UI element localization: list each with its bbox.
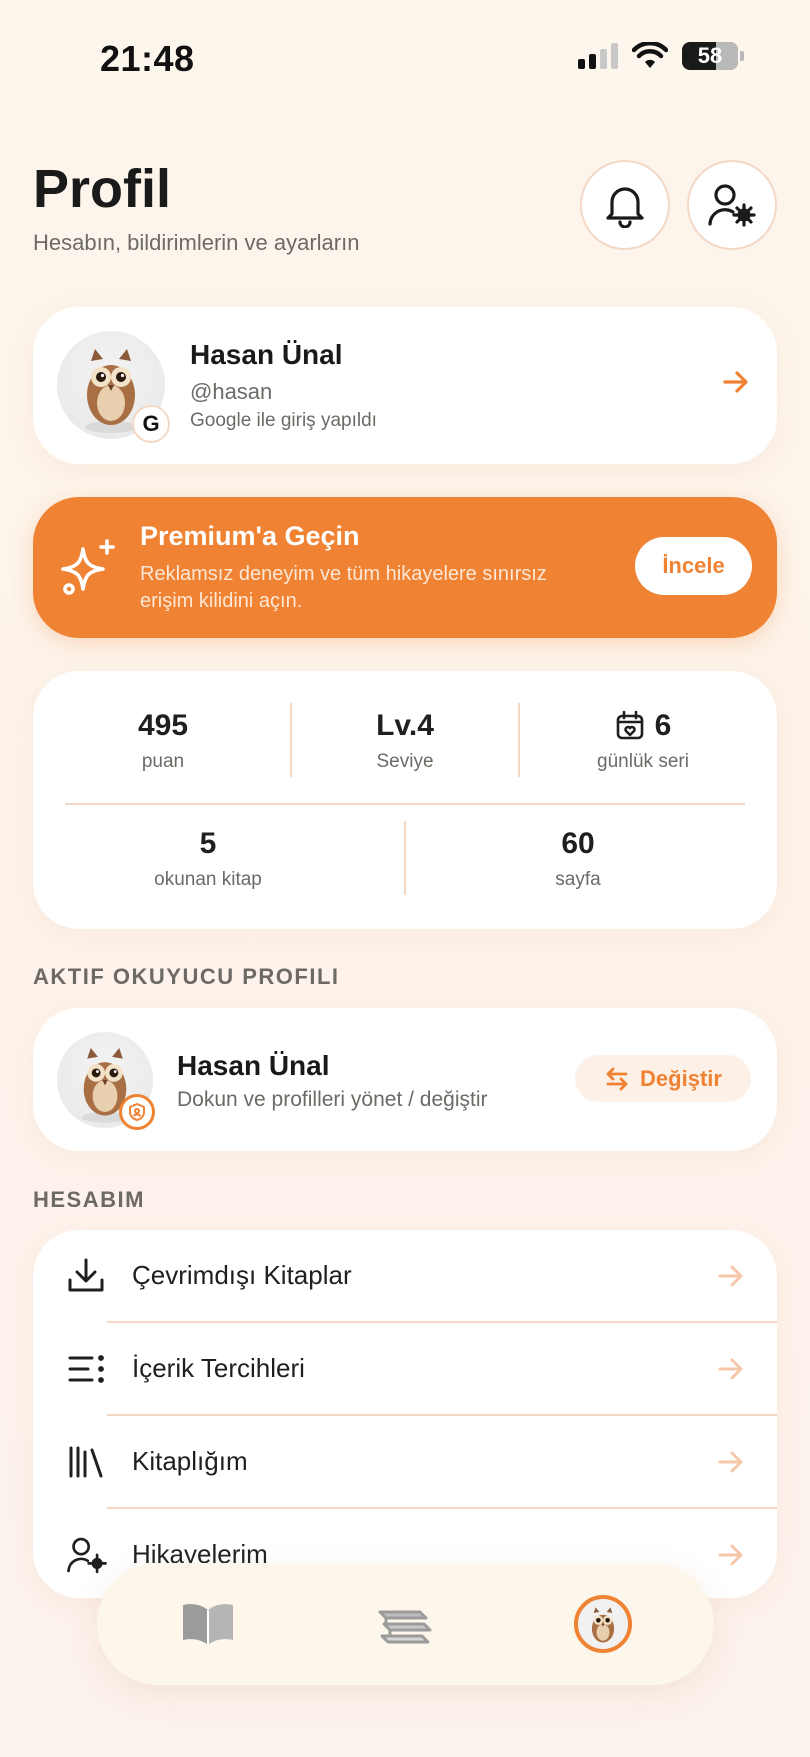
stat-streak: 6 günlük seri xyxy=(538,709,748,773)
user-gear-icon xyxy=(708,184,756,227)
menu-label: İçerik Tercihleri xyxy=(132,1353,305,1383)
swap-arrows-icon xyxy=(606,1067,628,1090)
account-settings-button[interactable] xyxy=(687,160,777,250)
stats-card: 495 puan Lv.4 Seviye 6 günlük seri 5 oku… xyxy=(33,671,777,929)
tab-read[interactable] xyxy=(171,1587,245,1661)
stat-divider xyxy=(290,703,292,777)
arrow-right-icon xyxy=(718,1451,743,1473)
stat-points-value: 495 xyxy=(137,709,189,742)
shield-icon xyxy=(129,1103,145,1121)
switch-profile-label: Değiştir xyxy=(640,1065,722,1091)
profile-card[interactable]: G Hasan Ünal @hasan Google ile giriş yap… xyxy=(33,307,777,464)
stat-books-value: 5 xyxy=(199,827,217,860)
stat-points: 495 puan xyxy=(65,709,261,773)
user-gear-icon xyxy=(67,1537,107,1574)
arrow-right-icon xyxy=(718,1358,743,1380)
bottom-tab-bar xyxy=(97,1563,714,1685)
arrow-right-icon xyxy=(723,371,748,393)
section-active-reader: AKTIF OKUYUCU PROFILI xyxy=(33,964,340,989)
arrow-right-icon xyxy=(718,1265,743,1287)
stat-streak-label: günlük seri xyxy=(597,751,689,772)
page-title: Profil xyxy=(33,159,172,219)
section-account: HESABIM xyxy=(33,1187,145,1212)
stat-divider xyxy=(518,703,520,777)
cellular-signal-icon xyxy=(578,43,618,69)
calendar-heart-icon xyxy=(616,710,643,740)
stat-level: Lv.4 Seviye xyxy=(319,709,491,773)
account-menu: Çevrimdışı Kitaplar İçerik Tercihleri Ki… xyxy=(33,1230,777,1598)
status-bar: 21:48 58 xyxy=(0,0,810,120)
premium-title: Premium'a Geçin xyxy=(140,521,360,551)
stat-level-value: Lv.4 xyxy=(376,709,434,742)
reader-description: Dokun ve profilleri yönet / değiştir xyxy=(177,1088,488,1111)
stat-points-label: puan xyxy=(141,751,185,772)
google-badge: G xyxy=(132,405,170,443)
page-subtitle: Hesabın, bildirimlerin ve ayarların xyxy=(33,230,360,255)
open-book-icon xyxy=(183,1604,233,1645)
menu-label: Çevrimdışı Kitaplar xyxy=(132,1260,352,1290)
menu-item-my-library[interactable]: Kitaplığım xyxy=(33,1416,777,1508)
premium-banner[interactable]: Premium'a Geçin Reklamsız deneyim ve tüm… xyxy=(33,497,777,638)
tab-library[interactable] xyxy=(368,1587,442,1661)
sparkle-icon xyxy=(61,539,115,595)
stat-streak-value: 6 xyxy=(538,709,748,743)
stats-row-divider xyxy=(65,803,745,805)
stat-pages-value: 60 xyxy=(561,827,595,860)
status-time: 21:48 xyxy=(100,38,195,79)
profile-name: Hasan Ünal xyxy=(190,339,343,370)
streak-count: 6 xyxy=(654,709,672,742)
reader-name: Hasan Ünal xyxy=(177,1050,330,1081)
premium-review-button[interactable]: İncele xyxy=(635,537,752,595)
battery-level: 58 xyxy=(697,43,723,68)
bell-icon xyxy=(606,187,644,228)
books-stack-icon xyxy=(378,1610,432,1644)
shield-badge xyxy=(119,1094,155,1130)
stat-pages: 60 sayfa xyxy=(463,827,693,891)
stat-divider xyxy=(404,821,406,895)
premium-description: Reklamsız deneyim ve tüm hikayelere sını… xyxy=(140,563,547,612)
battery-icon: 58 xyxy=(682,42,744,70)
profile-handle: @hasan xyxy=(190,379,273,404)
profile-avatar-icon xyxy=(574,1595,632,1653)
tab-profile[interactable] xyxy=(566,1587,640,1661)
stat-books: 5 okunan kitap xyxy=(93,827,323,891)
library-icon xyxy=(69,1446,103,1478)
arrow-right-icon xyxy=(718,1544,743,1566)
stat-pages-label: sayfa xyxy=(555,869,601,890)
menu-item-offline-books[interactable]: Çevrimdışı Kitaplar xyxy=(33,1230,777,1322)
notifications-button[interactable] xyxy=(580,160,670,250)
login-method: Google ile giriş yapıldı xyxy=(190,410,377,431)
status-icons: 58 xyxy=(578,42,744,70)
wifi-icon xyxy=(632,42,668,68)
stat-level-label: Seviye xyxy=(376,751,434,772)
menu-label: Kitaplığım xyxy=(132,1446,248,1476)
active-reader-card[interactable]: Hasan Ünal Dokun ve profilleri yönet / d… xyxy=(33,1008,777,1151)
switch-profile-button[interactable]: Değiştir xyxy=(575,1055,751,1102)
stat-books-label: okunan kitap xyxy=(154,869,262,890)
list-settings-icon xyxy=(68,1355,104,1383)
menu-item-content-preferences[interactable]: İçerik Tercihleri xyxy=(33,1323,777,1415)
download-icon xyxy=(68,1258,104,1292)
